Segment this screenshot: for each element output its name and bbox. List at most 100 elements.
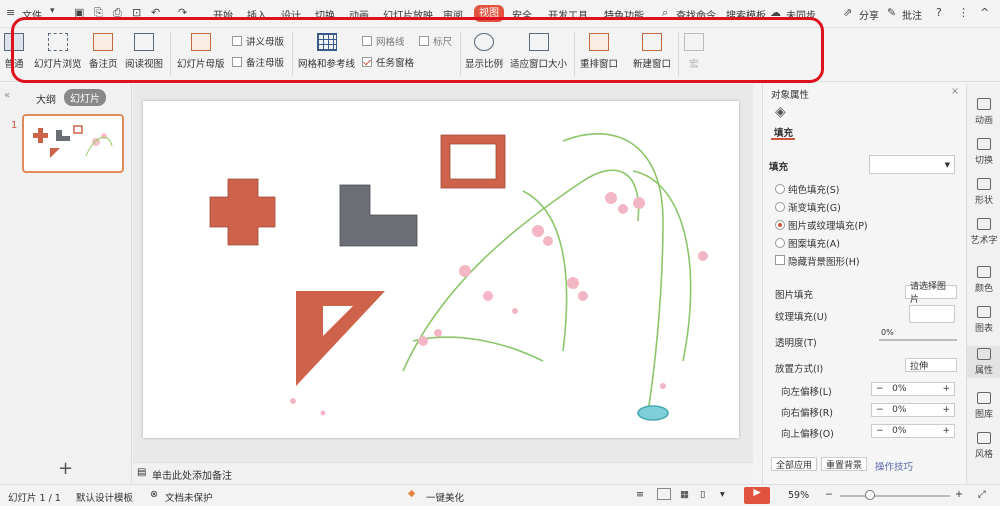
comment-button[interactable]: 批注 — [902, 7, 922, 22]
task-pane-checkbox[interactable]: 任务窗格 — [362, 55, 414, 69]
fit-icon[interactable]: ⤢ — [978, 489, 986, 500]
notes-master-button[interactable]: 备注母版 — [232, 55, 284, 69]
search-icon[interactable]: ⌕ — [662, 6, 668, 20]
save-icon[interactable]: ▣ — [74, 6, 84, 19]
panel-title[interactable]: 对象属性 — [771, 87, 809, 101]
redo-icon[interactable]: ↷ — [178, 6, 187, 19]
new-window-button[interactable]: 新建窗口 — [633, 33, 671, 70]
sorter-view-icon[interactable]: ▦ — [680, 489, 689, 500]
zoom-in-icon[interactable]: + — [955, 489, 963, 500]
gridlines-check[interactable] — [362, 36, 372, 46]
preview-icon[interactable]: ⊡ — [132, 6, 141, 19]
tab-developer[interactable]: 开发工具 — [548, 7, 588, 22]
share-button[interactable]: 分享 — [859, 7, 879, 22]
arrange-window-button[interactable]: 重排窗口 — [580, 33, 618, 70]
protection-status[interactable]: 文档未保护 — [165, 490, 213, 504]
fill-picture-option[interactable]: 图片或纹理填充(P) — [775, 218, 868, 232]
offset-right-stepper[interactable]: − 0% + — [871, 403, 955, 417]
file-menu[interactable]: 文件 — [22, 7, 42, 22]
chevron-down-icon[interactable]: ▾ — [50, 6, 55, 16]
export-icon[interactable]: ⎘ — [94, 6, 103, 20]
tab-home[interactable]: 开始 — [213, 7, 233, 22]
notes-placeholder[interactable]: 单击此处添加备注 — [152, 467, 232, 482]
apply-all-button[interactable]: 全部应用 — [771, 457, 817, 471]
tab-security[interactable]: 安全 — [512, 7, 532, 22]
close-icon[interactable]: × — [951, 86, 959, 97]
play-button[interactable]: ▶ — [744, 487, 770, 504]
tab-view[interactable]: 视图 — [474, 5, 504, 22]
tab-animation[interactable]: 动画 — [349, 7, 369, 22]
sidebar-gallery[interactable]: 图库 — [967, 392, 1000, 420]
beautify-button[interactable]: 一键美化 — [426, 490, 464, 504]
reading-view-icon[interactable]: ▯ — [700, 489, 705, 500]
zoom-button[interactable]: 显示比例 — [465, 33, 503, 70]
fill-gradient-option[interactable]: 渐变填充(G) — [775, 200, 841, 214]
hamburger-icon[interactable]: ≡ — [6, 6, 15, 19]
offset-top-stepper[interactable]: − 0% + — [871, 424, 955, 438]
fill-solid-option[interactable]: 纯色填充(S) — [775, 182, 839, 196]
normal-view-icon[interactable] — [657, 488, 671, 500]
task-pane-check[interactable] — [362, 57, 372, 67]
offset-left-stepper[interactable]: − 0% + — [871, 382, 955, 396]
add-slide-button[interactable]: + — [58, 458, 73, 479]
share-icon[interactable]: ⇗ — [843, 6, 852, 19]
notes-page-button[interactable]: 备注页 — [89, 33, 118, 70]
sidebar-properties[interactable]: 属性 — [967, 346, 1000, 378]
sidebar-style[interactable]: 风格 — [967, 432, 1000, 460]
tab-slides[interactable]: 幻灯片 — [64, 89, 106, 106]
reset-background-button[interactable]: 重置背景 — [821, 457, 867, 471]
fill-tab[interactable]: 填充 — [774, 125, 793, 139]
slide-canvas[interactable] — [143, 101, 739, 438]
undo-icon[interactable]: ↶ — [151, 6, 160, 19]
template-name[interactable]: 默认设计模板 — [76, 490, 133, 504]
sidebar-transition[interactable]: 切换 — [967, 138, 1000, 166]
notes-pane[interactable]: ▤ 单击此处添加备注 — [133, 462, 753, 484]
reading-view-button[interactable]: 阅读视图 — [125, 33, 163, 70]
handout-master-button[interactable]: 讲义母版 — [232, 34, 284, 48]
sidebar-animation[interactable]: 动画 — [967, 98, 1000, 126]
fill-pattern-option[interactable]: 图案填充(A) — [775, 236, 840, 250]
sidebar-shape[interactable]: 形状 — [967, 178, 1000, 206]
more-icon[interactable]: ⋮ — [958, 6, 969, 19]
notes-toggle-icon[interactable]: ≡ — [636, 489, 644, 500]
hide-background-checkbox[interactable]: 隐藏背景图形(H) — [775, 254, 860, 268]
placement-select[interactable]: 拉伸 — [905, 358, 957, 372]
zoom-out-icon[interactable]: − — [825, 489, 833, 500]
comment-icon[interactable]: ✎ — [887, 6, 896, 19]
zoom-slider[interactable] — [840, 495, 950, 497]
normal-view-button[interactable]: 普通 — [4, 33, 24, 70]
fit-window-button[interactable]: 适应窗口大小 — [510, 33, 567, 70]
ruler-checkbox[interactable]: 标尺 — [419, 34, 452, 48]
tips-link[interactable]: 操作技巧 — [875, 459, 913, 473]
grid-guides-button[interactable]: 网格和参考线 — [298, 33, 355, 70]
collapse-panel-icon[interactable]: « — [4, 90, 10, 101]
more-views-icon[interactable]: ▾ — [720, 489, 725, 500]
ruler-check[interactable] — [419, 36, 429, 46]
sidebar-chart[interactable]: 图表 — [967, 306, 1000, 334]
sidebar-color[interactable]: 颜色 — [967, 266, 1000, 294]
tab-review[interactable]: 审阅 — [443, 7, 463, 22]
command-search[interactable]: 查找命令、搜索模板 — [676, 7, 766, 22]
picture-fill-select[interactable]: 请选择图片 — [905, 282, 957, 305]
tab-transition[interactable]: 切换 — [315, 7, 335, 22]
sync-icon[interactable]: ☁ — [770, 6, 781, 19]
texture-fill-select[interactable] — [909, 305, 955, 323]
collapse-icon[interactable]: ^ — [980, 6, 989, 19]
slide-sorter-button[interactable]: 幻灯片浏览 — [34, 33, 82, 70]
transparency-slider[interactable] — [879, 339, 957, 341]
sidebar-wordart[interactable]: 艺术字 — [967, 218, 1000, 246]
tab-features[interactable]: 特色功能 — [604, 7, 644, 22]
tab-design[interactable]: 设计 — [281, 7, 301, 22]
tab-insert[interactable]: 插入 — [247, 7, 267, 22]
tab-slideshow[interactable]: 幻灯片放映 — [383, 7, 433, 22]
gridlines-checkbox[interactable]: 网格线 — [362, 34, 405, 48]
slide-master-button[interactable]: 幻灯片母版 — [177, 33, 225, 70]
print-icon[interactable]: ⎙ — [113, 6, 122, 20]
tab-outline[interactable]: 大纲 — [36, 91, 56, 106]
zoom-slider-handle[interactable] — [865, 490, 875, 500]
help-icon[interactable]: ? — [936, 6, 942, 19]
fill-preview-dropdown[interactable]: ▼ — [869, 155, 955, 174]
zoom-level[interactable]: 59% — [788, 490, 809, 501]
macro-button[interactable]: 宏 — [684, 33, 704, 70]
sync-status[interactable]: 未同步 — [786, 7, 816, 22]
